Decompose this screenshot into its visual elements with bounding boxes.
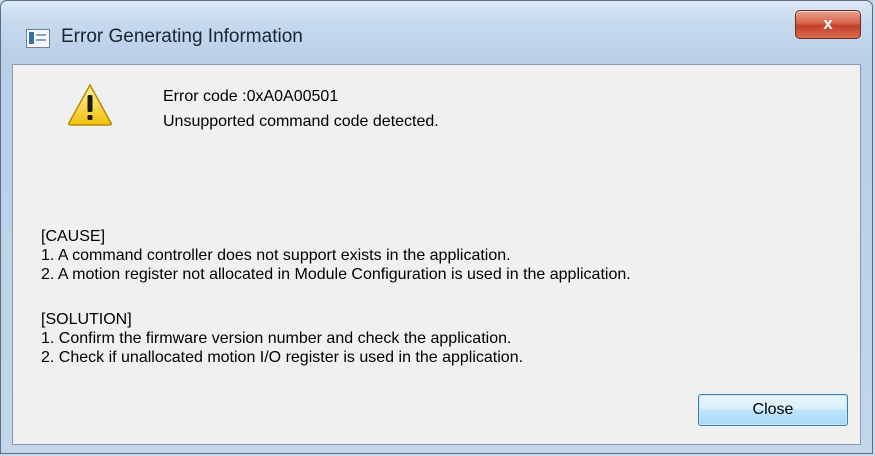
dialog-content: Error code :0xA0A00501 Unsupported comma…: [12, 64, 861, 445]
error-dialog-window: Error Generating Information x Error cod…: [0, 0, 873, 454]
error-description-text: Unsupported command code detected.: [163, 113, 439, 130]
solution-line-2: 2. Check if unallocated motion I/O regis…: [41, 349, 524, 366]
warning-triangle-icon: [68, 83, 112, 126]
cause-line-2: 2. A motion register not allocated in Mo…: [41, 266, 631, 283]
error-code-text: Error code :0xA0A00501: [163, 88, 339, 105]
cause-header: [CAUSE]: [41, 228, 106, 245]
solution-header: [SOLUTION]: [41, 311, 132, 328]
close-button[interactable]: Close: [698, 394, 848, 426]
window-title: Error Generating Information: [61, 26, 303, 47]
solution-line-1: 1. Confirm the firmware version number a…: [41, 330, 512, 347]
application-window-icon: [26, 29, 50, 48]
cause-line-1: 1. A command controller does not support…: [41, 247, 511, 264]
close-icon[interactable]: x: [795, 10, 861, 39]
title-bar[interactable]: Error Generating Information x: [1, 1, 872, 61]
